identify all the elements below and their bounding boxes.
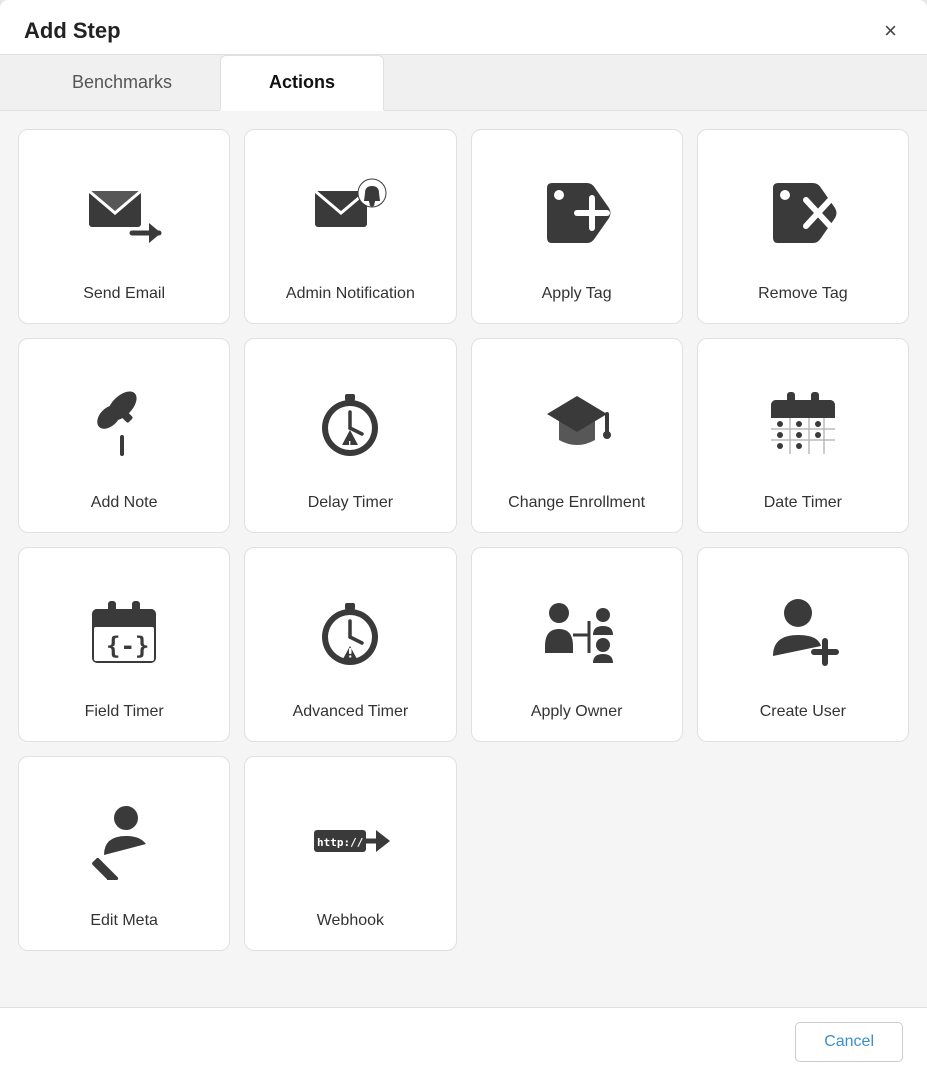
- card-delay-timer[interactable]: ! Delay Timer: [244, 338, 456, 533]
- webhook-label: Webhook: [317, 911, 384, 932]
- card-webhook[interactable]: http:// Webhook: [244, 756, 456, 951]
- card-apply-owner[interactable]: Apply Owner: [471, 547, 683, 742]
- card-apply-tag[interactable]: Apply Tag: [471, 129, 683, 324]
- advanced-timer-label: Advanced Timer: [293, 702, 409, 723]
- actions-grid: Send Email Admin Notification: [18, 129, 909, 969]
- webhook-icon: http://: [310, 779, 390, 901]
- card-create-user[interactable]: Create User: [697, 547, 909, 742]
- close-button[interactable]: ×: [878, 18, 903, 44]
- send-email-icon: [84, 152, 164, 274]
- delay-timer-label: Delay Timer: [308, 493, 393, 514]
- admin-notification-label: Admin Notification: [286, 284, 415, 305]
- field-timer-icon: {-}: [84, 570, 164, 692]
- cancel-button[interactable]: Cancel: [795, 1022, 903, 1062]
- apply-owner-label: Apply Owner: [531, 702, 623, 723]
- card-date-timer[interactable]: Date Timer: [697, 338, 909, 533]
- card-remove-tag[interactable]: Remove Tag: [697, 129, 909, 324]
- admin-notification-icon: [310, 152, 390, 274]
- tab-benchmarks[interactable]: Benchmarks: [24, 55, 220, 110]
- apply-tag-label: Apply Tag: [542, 284, 612, 305]
- card-change-enrollment[interactable]: Change Enrollment: [471, 338, 683, 533]
- create-user-label: Create User: [760, 702, 846, 723]
- card-advanced-timer[interactable]: Advanced Timer: [244, 547, 456, 742]
- apply-tag-icon: [537, 152, 617, 274]
- card-field-timer[interactable]: {-} Field Timer: [18, 547, 230, 742]
- svg-text:!: !: [348, 440, 351, 451]
- edit-meta-label: Edit Meta: [90, 911, 158, 932]
- card-add-note[interactable]: Add Note: [18, 338, 230, 533]
- modal-body: Send Email Admin Notification: [0, 111, 927, 1007]
- remove-tag-label: Remove Tag: [758, 284, 848, 305]
- date-timer-label: Date Timer: [764, 493, 842, 514]
- add-step-modal: Add Step × Benchmarks Actions: [0, 0, 927, 1080]
- create-user-icon: [763, 570, 843, 692]
- remove-tag-icon: [763, 152, 843, 274]
- tab-actions[interactable]: Actions: [220, 55, 384, 111]
- card-edit-meta[interactable]: Edit Meta: [18, 756, 230, 951]
- modal-title: Add Step: [24, 18, 121, 44]
- date-timer-icon: [763, 361, 843, 483]
- modal-header: Add Step ×: [0, 0, 927, 55]
- modal-footer: Cancel: [0, 1007, 927, 1080]
- change-enrollment-label: Change Enrollment: [508, 493, 645, 514]
- svg-text:http://: http://: [317, 836, 364, 849]
- add-note-label: Add Note: [91, 493, 158, 514]
- send-email-label: Send Email: [83, 284, 165, 305]
- card-admin-notification[interactable]: Admin Notification: [244, 129, 456, 324]
- delay-timer-icon: !: [310, 361, 390, 483]
- tabs-bar: Benchmarks Actions: [0, 55, 927, 111]
- svg-text:{-}: {-}: [106, 632, 149, 660]
- card-send-email[interactable]: Send Email: [18, 129, 230, 324]
- advanced-timer-icon: [310, 570, 390, 692]
- change-enrollment-icon: [537, 361, 617, 483]
- add-note-icon: [84, 361, 164, 483]
- field-timer-label: Field Timer: [85, 702, 164, 723]
- apply-owner-icon: [537, 570, 617, 692]
- edit-meta-icon: [84, 779, 164, 901]
